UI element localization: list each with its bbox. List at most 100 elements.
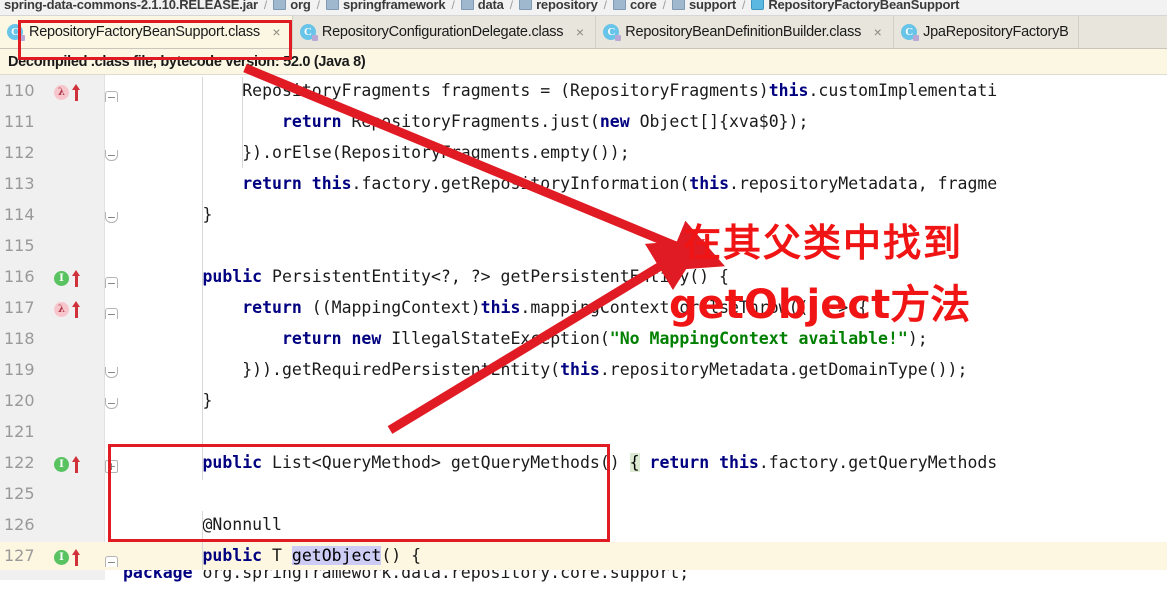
fold-region-start-icon[interactable]: −: [105, 555, 118, 568]
breadcrumb-item-support[interactable]: support: [672, 0, 736, 12]
code-token: this: [480, 298, 521, 317]
code-line-116[interactable]: 116 I − public PersistentEntity<?, ?> getP…: [0, 263, 1167, 294]
class-icon: C: [603, 24, 622, 41]
code-token: }: [123, 391, 213, 410]
code-token: {: [629, 453, 640, 472]
code-text[interactable]: public T getObject() {: [123, 546, 421, 565]
lambda-icon[interactable]: λ: [54, 302, 69, 317]
breadcrumb-separator: /: [263, 0, 268, 12]
close-icon[interactable]: ×: [573, 24, 586, 40]
override-arrow-icon[interactable]: [72, 301, 81, 318]
interface-impl-icon[interactable]: I: [54, 457, 69, 472]
lambda-gutter-icon[interactable]: λ: [54, 84, 81, 101]
code-token: this: [768, 81, 809, 100]
fold-region-start-icon[interactable]: −: [105, 276, 118, 289]
code-text[interactable]: }: [123, 205, 212, 224]
breadcrumb-item-data[interactable]: data: [460, 0, 504, 12]
code-token: this: [560, 360, 600, 379]
override-arrow-icon[interactable]: [72, 456, 81, 473]
code-token: .repositoryMetadata.getDomainType());: [599, 360, 968, 379]
tab-repositoryfactorybeansupport[interactable]: C RepositoryFactoryBeanSupport.class ×: [0, 16, 293, 48]
line-number: 121: [4, 422, 35, 441]
indent-guide: [202, 511, 204, 570]
code-token: return: [242, 174, 302, 193]
line-number: 112: [4, 143, 35, 162]
close-icon[interactable]: ×: [270, 24, 283, 40]
code-token: }: [123, 205, 213, 224]
breadcrumb-label: RepositoryFactoryBeanSupport: [768, 0, 960, 12]
interface-impl-icon[interactable]: I: [54, 271, 69, 286]
line-number: 119: [4, 360, 35, 379]
line-number: 125: [4, 484, 35, 503]
code-line-115[interactable]: 115: [0, 232, 1167, 263]
tab-jparepositoryfactorybean[interactable]: C JpaRepositoryFactoryB: [894, 16, 1079, 48]
code-line-111[interactable]: 111 return RepositoryFragments.just(new …: [0, 108, 1167, 139]
code-line-119[interactable]: 119 − })).getRequiredPersistentEntity(thi…: [0, 356, 1167, 387]
fold-region-end-icon[interactable]: −: [105, 211, 118, 223]
implementation-gutter-icon[interactable]: I: [54, 549, 81, 566]
code-line-120[interactable]: 120 − }: [0, 387, 1167, 418]
fold-region-end-icon[interactable]: −: [105, 149, 118, 161]
code-text[interactable]: return new IllegalStateException("No Map…: [123, 329, 928, 348]
code-text[interactable]: }).orElse(RepositoryFragments.empty());: [123, 143, 629, 162]
code-token: () {: [381, 546, 422, 565]
code-token: .factory.getQueryMethods: [758, 453, 998, 472]
close-icon[interactable]: ×: [871, 24, 884, 40]
code-line-127[interactable]: 127 I − public T getObject() {: [0, 542, 1167, 570]
code-line-125[interactable]: 125: [0, 480, 1167, 511]
code-line-118[interactable]: 118 return new IllegalStateException("No…: [0, 325, 1167, 356]
code-text[interactable]: RepositoryFragments fragments = (Reposit…: [123, 81, 997, 100]
code-line-122[interactable]: 122 I + public List<QueryMethod> getQueryM…: [0, 449, 1167, 480]
lambda-icon[interactable]: λ: [54, 85, 69, 100]
folder-icon: [325, 0, 339, 10]
implementation-gutter-icon[interactable]: I: [54, 270, 81, 287]
code-text[interactable]: }: [123, 391, 212, 410]
code-line-117[interactable]: 117 λ − return ((MappingContext)this.mappi…: [0, 294, 1167, 325]
code-text[interactable]: public List<QueryMethod> getQueryMethods…: [123, 453, 997, 472]
override-arrow-icon[interactable]: [72, 84, 81, 101]
decompiled-class-notice: Decompiled .class file, bytecode version…: [0, 49, 1167, 75]
lambda-gutter-icon[interactable]: λ: [54, 301, 81, 318]
implementation-gutter-icon[interactable]: I: [54, 456, 81, 473]
fold-region-end-icon[interactable]: −: [105, 397, 118, 409]
breadcrumb-separator: /: [451, 0, 455, 12]
code-token: new: [599, 112, 630, 131]
breadcrumb-item-jar[interactable]: spring-data-commons-2.1.10.RELEASE.jar: [4, 0, 258, 12]
code-line-126[interactable]: 126 @Nonnull: [0, 511, 1167, 542]
override-arrow-icon[interactable]: [72, 270, 81, 287]
fold-region-start-icon[interactable]: −: [105, 307, 118, 320]
code-token: Object[]{xva$0});: [629, 112, 809, 131]
breadcrumb-separator: /: [316, 0, 320, 12]
fold-region-start-icon[interactable]: −: [105, 90, 118, 103]
breadcrumb-item-repository[interactable]: repository: [519, 0, 598, 12]
indent-guide: [241, 77, 243, 168]
code-text[interactable]: })).getRequiredPersistentEntity(this.rep…: [123, 360, 967, 379]
breadcrumb-item-class[interactable]: RepositoryFactoryBeanSupport: [751, 0, 959, 12]
override-arrow-icon[interactable]: [72, 549, 81, 566]
code-text[interactable]: return this.factory.getRepositoryInforma…: [123, 174, 997, 193]
code-line-110[interactable]: 110 λ − RepositoryFragments fragments = (R…: [0, 77, 1167, 108]
code-line-114[interactable]: 114 − }: [0, 201, 1167, 232]
annotation-note-1: 在其父类中找到: [683, 221, 964, 265]
code-line-121[interactable]: 121: [0, 418, 1167, 449]
code-token: })).getRequiredPersistentEntity(: [242, 360, 561, 379]
fold-expand-icon[interactable]: +: [105, 459, 118, 473]
code-line-113[interactable]: 113 return this.factory.getRepositoryInf…: [0, 170, 1167, 201]
code-line-112[interactable]: 112 − }).orElse(RepositoryFragments.empty…: [0, 139, 1167, 170]
breadcrumb-item-springframework[interactable]: springframework: [325, 0, 446, 12]
breadcrumb-item-core[interactable]: core: [612, 0, 657, 12]
code-token: .factory.getRepositoryInformation(: [351, 174, 690, 193]
interface-impl-icon[interactable]: I: [54, 550, 69, 565]
breadcrumb-item-org[interactable]: org: [273, 0, 311, 12]
breadcrumb-label: repository: [536, 0, 598, 12]
code-editor[interactable]: 110 λ − RepositoryFragments fragments = (R…: [0, 75, 1167, 570]
fold-region-end-icon[interactable]: −: [105, 366, 118, 378]
code-token: .customImplementati: [808, 81, 998, 100]
tab-repositorybeandefinitionbuilder[interactable]: C RepositoryBeanDefinitionBuilder.class …: [596, 16, 895, 48]
code-text[interactable]: return RepositoryFragments.just(new Obje…: [123, 112, 809, 131]
code-text[interactable]: public PersistentEntity<?, ?> getPersist…: [123, 267, 729, 286]
tab-repositoryconfigurationdelegate[interactable]: C RepositoryConfigurationDelegate.class …: [292, 16, 597, 48]
